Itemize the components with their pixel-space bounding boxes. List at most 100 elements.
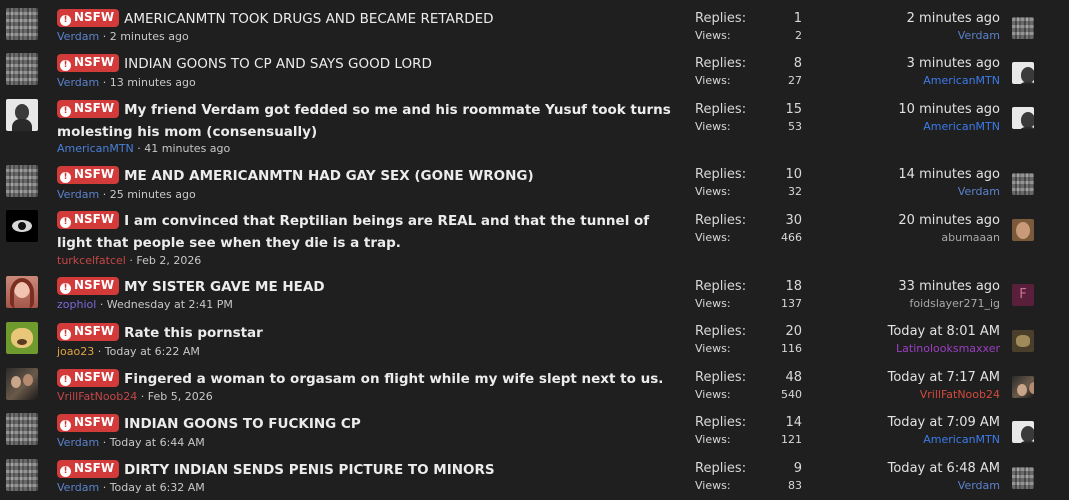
last-post-user[interactable]: foidslayer271_ig	[860, 297, 1000, 310]
thread-title[interactable]: ME AND AMERICANMTN HAD GAY SEX (GONE WRO…	[124, 168, 534, 184]
author-avatar[interactable]	[6, 322, 38, 354]
replies-label: Replies:	[695, 279, 747, 294]
views-label: Views:	[695, 433, 731, 446]
thread-title[interactable]: Fingered a woman to orgasam on flight wh…	[124, 371, 663, 387]
thread-title[interactable]: I am convinced that Reptilian beings are…	[57, 213, 649, 251]
thread-start-date: · Wednesday at 2:41 PM	[99, 298, 233, 311]
thread-author[interactable]: AmericanMTN	[57, 142, 134, 155]
thread-author[interactable]: Verdam	[57, 30, 99, 43]
replies-count: 30	[785, 213, 802, 228]
last-poster-avatar[interactable]	[1012, 173, 1034, 195]
last-post-time[interactable]: 20 minutes ago	[860, 213, 1000, 228]
warning-icon: !	[60, 172, 71, 183]
thread-author[interactable]: Verdam	[57, 481, 99, 494]
replies-label: Replies:	[695, 167, 747, 182]
replies-count: 8	[793, 56, 802, 71]
views-count: 540	[781, 388, 802, 401]
last-poster-avatar[interactable]	[1012, 17, 1034, 39]
last-post-user[interactable]: AmericanMTN	[860, 74, 1000, 87]
views-count: 32	[788, 185, 802, 198]
last-post-user[interactable]: AmericanMTN	[860, 120, 1000, 133]
scrollbar[interactable]	[1052, 0, 1069, 500]
last-post-user[interactable]: Verdam	[860, 479, 1000, 492]
thread-title[interactable]: My friend Verdam got fedded so me and hi…	[57, 102, 671, 140]
last-post-time[interactable]: Today at 8:01 AM	[860, 324, 1000, 339]
nsfw-badge: ! NSFW	[57, 414, 120, 432]
thread-start-date: · 2 minutes ago	[102, 30, 189, 43]
last-post-time[interactable]: Today at 6:48 AM	[860, 461, 1000, 476]
thread-author[interactable]: joao23	[57, 345, 94, 358]
nsfw-badge: ! NSFW	[57, 460, 120, 478]
last-post-user[interactable]: VrillFatNoob24	[860, 388, 1000, 401]
replies-label: Replies:	[695, 324, 747, 339]
last-post-time[interactable]: Today at 7:17 AM	[860, 370, 1000, 385]
author-avatar[interactable]	[6, 8, 38, 40]
warning-icon: !	[60, 375, 71, 386]
thread-title[interactable]: MY SISTER GAVE ME HEAD	[124, 279, 324, 295]
replies-count: 15	[785, 102, 802, 117]
thread-author[interactable]: VrillFatNoob24	[57, 390, 137, 403]
author-avatar[interactable]	[6, 413, 38, 445]
author-avatar[interactable]	[6, 459, 38, 491]
thread-author[interactable]: Verdam	[57, 76, 99, 89]
author-avatar[interactable]	[6, 99, 38, 131]
last-post-user[interactable]: Latinolooksmaxxer	[860, 342, 1000, 355]
thread-author[interactable]: Verdam	[57, 436, 99, 449]
replies-count: 14	[785, 415, 802, 430]
last-poster-avatar[interactable]	[1012, 330, 1034, 352]
author-avatar[interactable]	[6, 276, 38, 308]
nsfw-badge: ! NSFW	[57, 277, 120, 295]
last-poster-avatar[interactable]	[1012, 107, 1034, 129]
replies-label: Replies:	[695, 11, 747, 26]
replies-label: Replies:	[695, 102, 747, 117]
last-post-user[interactable]: Verdam	[860, 185, 1000, 198]
replies-count: 18	[785, 279, 802, 294]
last-post-user[interactable]: AmericanMTN	[860, 433, 1000, 446]
last-post-time[interactable]: 14 minutes ago	[860, 167, 1000, 182]
last-post-time[interactable]: Today at 7:09 AM	[860, 415, 1000, 430]
thread-author[interactable]: turkcelfatcel	[57, 254, 126, 267]
views-label: Views:	[695, 231, 731, 244]
views-label: Views:	[695, 120, 731, 133]
replies-label: Replies:	[695, 415, 747, 430]
thread-title[interactable]: INDIAN GOONS TO FUCKING CP	[124, 416, 361, 432]
views-count: 121	[781, 433, 802, 446]
warning-icon: !	[60, 283, 71, 294]
author-avatar[interactable]	[6, 210, 38, 242]
last-poster-avatar[interactable]	[1012, 62, 1034, 84]
author-avatar[interactable]	[6, 368, 38, 400]
last-post-user[interactable]: abumaaan	[860, 231, 1000, 244]
last-poster-avatar[interactable]	[1012, 219, 1034, 241]
author-avatar[interactable]	[6, 53, 38, 85]
views-label: Views:	[695, 297, 731, 310]
replies-count: 1	[793, 11, 802, 26]
thread-author[interactable]: Verdam	[57, 188, 99, 201]
thread-start-date: · Feb 2, 2026	[129, 254, 202, 267]
thread-title[interactable]: INDIAN GOONS TO CP AND SAYS GOOD LORD	[124, 56, 432, 72]
last-post-user[interactable]: Verdam	[860, 29, 1000, 42]
last-poster-avatar[interactable]	[1012, 467, 1034, 489]
views-label: Views:	[695, 29, 731, 42]
last-poster-avatar[interactable]: F	[1012, 284, 1034, 306]
nsfw-badge: ! NSFW	[57, 54, 120, 72]
thread-start-date: · 41 minutes ago	[137, 142, 231, 155]
last-post-time[interactable]: 33 minutes ago	[860, 279, 1000, 294]
thread-author[interactable]: zophiol	[57, 298, 96, 311]
warning-icon: !	[60, 420, 71, 431]
thread-title[interactable]: AMERICANMTN TOOK DRUGS AND BECAME RETARD…	[124, 11, 493, 27]
views-count: 466	[781, 231, 802, 244]
last-post-time[interactable]: 10 minutes ago	[860, 102, 1000, 117]
thread-title[interactable]: Rate this pornstar	[124, 325, 263, 341]
views-count: 53	[788, 120, 802, 133]
last-post-time[interactable]: 2 minutes ago	[860, 11, 1000, 26]
views-count: 137	[781, 297, 802, 310]
last-poster-avatar[interactable]	[1012, 421, 1034, 443]
last-post-time[interactable]: 3 minutes ago	[860, 56, 1000, 71]
author-avatar[interactable]	[6, 165, 38, 197]
thread-title[interactable]: DIRTY INDIAN SENDS PENIS PICTURE TO MINO…	[124, 462, 494, 478]
views-count: 116	[781, 342, 802, 355]
warning-icon: !	[60, 60, 71, 71]
replies-label: Replies:	[695, 213, 747, 228]
last-poster-avatar[interactable]	[1012, 376, 1034, 398]
replies-count: 48	[785, 370, 802, 385]
